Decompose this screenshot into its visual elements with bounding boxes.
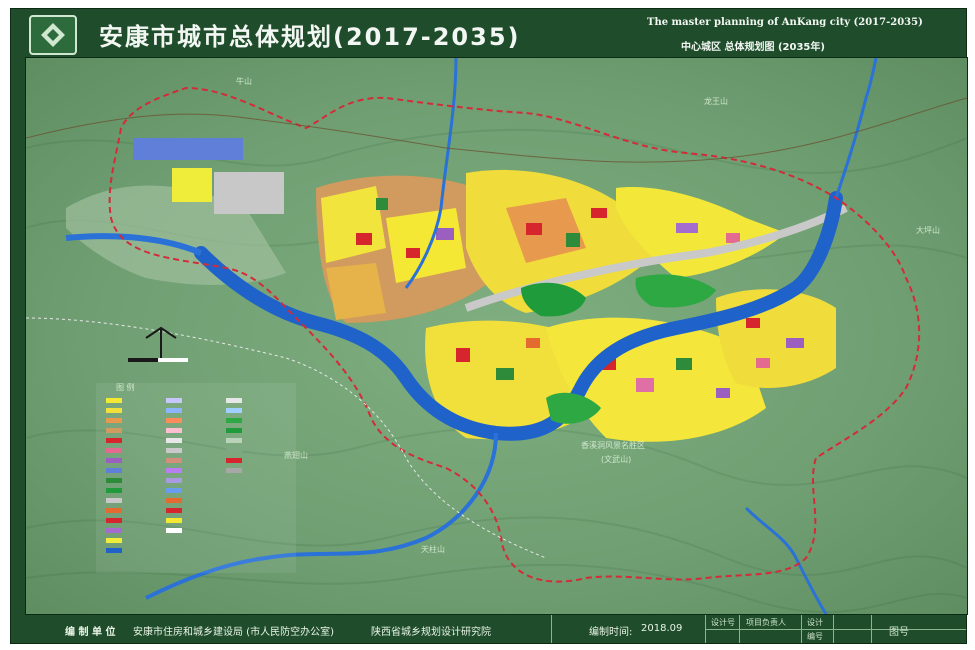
map-label-niu: 牛山 [236,77,252,86]
approval-grid-v3 [833,615,834,643]
date-value: 2018.09 [641,623,683,634]
legend-title: 图 例 [116,383,135,392]
org-name: 安康市住房和城乡建设局 (市人民防空办公室) [133,627,334,638]
approval-design-no: 设计号 [711,618,735,627]
map-label-longwang: 龙王山 [704,97,728,106]
approval-grid-v2 [801,615,802,643]
airport-zone-yellow [172,168,212,202]
institute-name: 陕西省城乡规划设计研究院 [371,627,491,638]
approval-number: 编号 [807,632,823,641]
map-canvas [26,58,967,614]
approval-design: 设计 [807,618,823,627]
map-header: 安康市城市总体规划(2017-2035) The master planning… [11,9,966,55]
approval-project-lead: 项目负责人 [746,618,786,627]
airport-block [133,138,243,160]
date-label: 编制时间: [589,627,633,638]
airport-zone-gray [214,172,284,214]
map-label-tianzhu: 天柱山 [421,545,445,554]
approval-figure-no: 图号 [889,627,909,638]
approval-grid-v1 [739,615,740,643]
approval-grid-h [705,629,966,630]
map-subtitle: 中心城区 总体规划图 (2035年) [681,42,825,53]
footer-separator [551,615,552,643]
map-label-wenwu: (文武山) [601,455,632,464]
map-label-daping: 大坪山 [916,226,940,235]
org-label: 编 制 单 位 [65,627,116,638]
map-footer: 编 制 单 位 安康市住房和城乡建设局 (市人民防空办公室) 陕西省城乡规划设计… [11,615,966,643]
approval-grid-v4 [871,615,872,643]
map-frame: 安康市城市总体规划(2017-2035) The master planning… [10,8,968,644]
map-title: 安康市城市总体规划(2017-2035) [99,23,521,51]
planning-map[interactable]: 牛山 龙王山 大坪山 香溪洞风景名胜区 (文武山) 燕翅山 天柱山 图 例 [25,57,968,615]
logo-icon [29,15,77,55]
map-label-yanchi: 燕翅山 [284,451,308,460]
legend-panel [96,383,296,573]
map-title-english: The master planning of AnKang city (2017… [647,17,923,28]
map-label-xiangxi: 香溪洞风景名胜区 [581,441,645,450]
